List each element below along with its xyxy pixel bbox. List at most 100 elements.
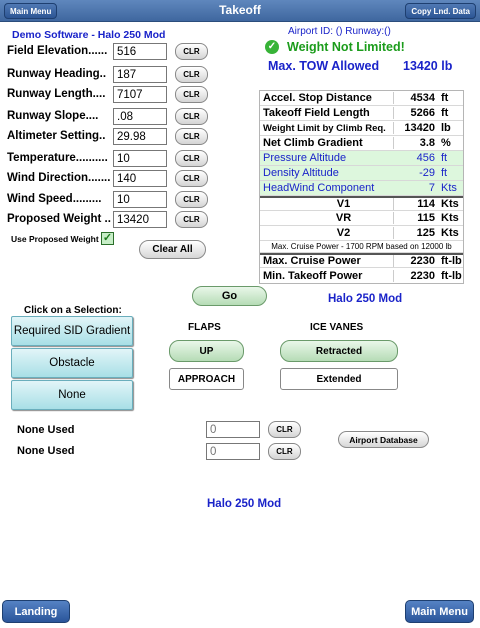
result-unit: Kts — [441, 212, 459, 224]
result-row-vr: VR 115 Kts — [260, 211, 463, 226]
result-value: 13420 — [393, 122, 437, 134]
result-unit: Kts — [441, 182, 457, 194]
input-label: Wind Speed......... — [7, 193, 102, 205]
result-unit: ft — [441, 167, 448, 179]
result-name: Weight Limit by Climb Req. — [263, 122, 386, 134]
required-sid-gradient-button[interactable]: Required SID Gradient — [11, 316, 133, 346]
result-name: Pressure Altitude — [263, 152, 347, 164]
none-used-input[interactable] — [206, 421, 260, 438]
result-unit: % — [441, 137, 451, 149]
result-value: 7 — [428, 182, 435, 194]
result-row-headwind: HeadWind Component 7 Kts — [260, 181, 463, 196]
result-unit: ft — [441, 92, 449, 104]
clr-button[interactable]: CLR — [175, 86, 208, 103]
result-unit: Kts — [441, 198, 459, 210]
result-name: Takeoff Field Length — [263, 107, 370, 119]
result-row-accel-stop: Accel. Stop Distance 4534 ft — [260, 91, 463, 106]
results-table: Accel. Stop Distance 4534 ft Takeoff Fie… — [259, 90, 464, 284]
input-field[interactable] — [113, 150, 167, 167]
use-proposed-weight-label: Use Proposed Weight — [11, 234, 99, 244]
clear-all-button[interactable]: Clear All — [139, 240, 206, 259]
result-name: VR — [335, 212, 352, 224]
result-unit: Kts — [441, 227, 459, 239]
landing-button[interactable]: Landing — [2, 600, 70, 623]
flaps-approach-button[interactable]: APPROACH — [169, 368, 244, 390]
result-name: V1 — [336, 198, 351, 210]
input-label: Wind Direction....... — [7, 172, 111, 184]
result-name: HeadWind Component — [263, 182, 375, 194]
main-menu-button[interactable]: Main Menu — [405, 600, 474, 623]
result-row-pressure-altitude: Pressure Altitude 456 ft — [260, 151, 463, 166]
result-value: 114 — [393, 198, 437, 210]
input-field[interactable] — [113, 170, 167, 187]
ice-vanes-retracted-button[interactable]: Retracted — [280, 340, 398, 362]
clr-button[interactable]: CLR — [268, 443, 301, 460]
input-field[interactable] — [113, 86, 167, 103]
input-field[interactable] — [113, 191, 167, 208]
selection-heading: Click on a Selection: — [24, 305, 122, 316]
result-row-max-cruise: Max. Cruise Power 2230 ft-lb — [260, 253, 463, 268]
clr-button[interactable]: CLR — [175, 211, 208, 228]
result-value: 2230 — [393, 255, 437, 267]
clr-button[interactable]: CLR — [175, 43, 208, 60]
result-unit: lb — [441, 122, 451, 134]
clr-button[interactable]: CLR — [175, 170, 208, 187]
result-value: 456 — [416, 152, 435, 164]
input-label: Temperature.......... — [7, 152, 108, 164]
result-value: -29 — [419, 167, 435, 179]
clr-button[interactable]: CLR — [175, 191, 208, 208]
result-row-climb-limit: Weight Limit by Climb Req. 13420 lb — [260, 121, 463, 136]
max-tow-value: 13420 lb — [403, 59, 453, 73]
input-label: Proposed Weight .. — [7, 213, 111, 225]
result-name: Accel. Stop Distance — [263, 92, 372, 104]
input-label: Runway Heading.. — [7, 68, 107, 80]
input-field[interactable] — [113, 108, 167, 125]
result-value: 3.8 — [393, 137, 437, 149]
demo-title: Demo Software - Halo 250 Mod — [12, 29, 166, 41]
airport-info: Airport ID: () Runway:() — [288, 26, 391, 37]
obstacle-button[interactable]: Obstacle — [11, 348, 133, 378]
clr-button[interactable]: CLR — [175, 66, 208, 83]
airport-database-button[interactable]: Airport Database — [338, 431, 429, 448]
clr-button[interactable]: CLR — [175, 128, 208, 145]
flaps-up-button[interactable]: UP — [169, 340, 244, 362]
result-name: Net Climb Gradient — [263, 137, 363, 149]
result-value: 4534 — [393, 92, 437, 104]
result-name: V2 — [336, 227, 351, 239]
result-name: Min. Takeoff Power — [263, 269, 363, 282]
copy-landing-data-button[interactable]: Copy Lnd. Data — [405, 3, 476, 19]
model-label: Halo 250 Mod — [328, 293, 403, 305]
result-unit: ft — [441, 107, 449, 119]
checkmark-icon: ✓ — [265, 40, 279, 54]
clr-button[interactable]: CLR — [268, 421, 301, 438]
result-unit: ft — [441, 152, 448, 164]
use-proposed-weight-checkbox[interactable]: ✓ — [101, 232, 114, 245]
result-row-v2: V2 125 Kts — [260, 226, 463, 241]
none-used-input[interactable] — [206, 443, 260, 460]
input-field[interactable] — [113, 43, 167, 60]
result-value: 2230 — [393, 269, 437, 282]
ice-vanes-extended-button[interactable]: Extended — [280, 368, 398, 390]
input-field[interactable] — [113, 211, 167, 228]
result-value: 115 — [393, 212, 437, 224]
result-row-min-takeoff: Min. Takeoff Power 2230 ft-lb — [260, 268, 463, 283]
none-used-label: None Used — [17, 424, 75, 436]
input-field[interactable] — [113, 66, 167, 83]
result-unit: ft-lb — [441, 255, 462, 267]
result-name: Density Altitude — [263, 167, 339, 179]
result-row-v1: V1 114 Kts — [260, 196, 463, 211]
input-field[interactable] — [113, 128, 167, 145]
input-label: Altimeter Setting.. — [7, 130, 106, 142]
result-name: Max. Cruise Power — [263, 255, 361, 267]
go-button[interactable]: Go — [192, 286, 267, 306]
none-button[interactable]: None — [11, 380, 133, 410]
max-tow-label: Max. TOW Allowed — [268, 59, 380, 73]
result-value: 125 — [393, 227, 437, 239]
result-row-density-altitude: Density Altitude -29 ft — [260, 166, 463, 181]
ice-vanes-heading: ICE VANES — [310, 322, 364, 333]
clr-button[interactable]: CLR — [175, 108, 208, 125]
top-bar: Main Menu Takeoff Copy Lnd. Data — [0, 0, 480, 22]
input-label: Runway Length.... — [7, 88, 106, 100]
clr-button[interactable]: CLR — [175, 150, 208, 167]
flaps-heading: FLAPS — [188, 322, 221, 333]
